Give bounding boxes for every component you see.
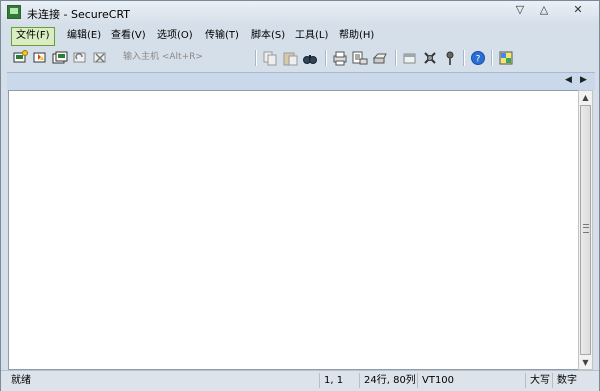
- svg-text:?: ?: [476, 55, 481, 65]
- toolbar-separator: [463, 50, 465, 66]
- connect-tab-icon[interactable]: [51, 49, 69, 67]
- find-icon[interactable]: [301, 49, 319, 67]
- status-terminal-size: 24行, 80列: [359, 373, 416, 388]
- reconnect-icon[interactable]: [71, 49, 89, 67]
- status-caps-lock: 大写: [525, 373, 550, 388]
- scroll-thumb[interactable]: [580, 105, 591, 355]
- menu-transfer[interactable]: 传输(T): [201, 27, 243, 44]
- menu-bar: 文件(F) 编辑(E) 查看(V) 选项(O) 传输(T) 脚本(S) 工具(L…: [7, 27, 595, 46]
- disconnect-icon[interactable]: [91, 49, 109, 67]
- paste-icon[interactable]: [281, 49, 299, 67]
- scroll-down-icon[interactable]: ▼: [579, 356, 592, 369]
- help-icon[interactable]: ?: [469, 49, 487, 67]
- securecrt-window: 未连接 - SecureCRT ▽ △ ✕ 文件(F) 编辑(E) 查看(V) …: [0, 0, 600, 391]
- vertical-scrollbar[interactable]: ▲ ▼: [578, 90, 593, 370]
- print-icon[interactable]: [331, 49, 349, 67]
- menu-tools[interactable]: 工具(L): [291, 27, 332, 44]
- session-options-icon[interactable]: [401, 49, 419, 67]
- toolbar: 输入主机 <Alt+R> ?: [7, 47, 595, 69]
- app-icon: [7, 5, 21, 19]
- copy-icon[interactable]: [261, 49, 279, 67]
- terminal-area[interactable]: [8, 90, 579, 370]
- sftp-icon[interactable]: [497, 49, 515, 67]
- quick-connect-icon[interactable]: [31, 49, 49, 67]
- global-options-icon[interactable]: [421, 49, 439, 67]
- title-bar: 未连接 - SecureCRT ▽ △ ✕: [1, 1, 599, 25]
- toolbar-separator: [255, 50, 257, 66]
- scroll-up-icon[interactable]: ▲: [579, 91, 592, 104]
- toolbar-separator: [325, 50, 327, 66]
- close-button[interactable]: ✕: [561, 1, 595, 19]
- minimize-button[interactable]: ▽: [509, 1, 531, 19]
- grip-icon: [583, 224, 589, 233]
- tab-scroll-left-icon[interactable]: ◀: [565, 75, 572, 85]
- menu-help[interactable]: 帮助(H): [335, 27, 378, 44]
- status-num-lock: 数字: [552, 373, 577, 388]
- status-ready: 就绪: [11, 375, 31, 386]
- menu-edit[interactable]: 编辑(E): [63, 27, 105, 44]
- window-title: 未连接 - SecureCRT: [27, 8, 131, 21]
- menu-script[interactable]: 脚本(S): [247, 27, 289, 44]
- menu-view[interactable]: 查看(V): [107, 27, 150, 44]
- menu-options[interactable]: 选项(O): [153, 27, 197, 44]
- printer-icon[interactable]: [371, 49, 389, 67]
- toolbar-separator: [395, 50, 397, 66]
- connect-icon[interactable]: [11, 49, 29, 67]
- toolbar-separator: [491, 50, 493, 66]
- tab-scroll-right-icon[interactable]: ▶: [580, 75, 587, 85]
- quick-connect-input[interactable]: 输入主机 <Alt+R>: [121, 50, 251, 65]
- status-cursor-position: 1, 1: [319, 373, 343, 388]
- status-bar: 就绪 1, 1 24行, 80列 VT100 大写 数字: [1, 370, 599, 391]
- menu-file[interactable]: 文件(F): [11, 27, 55, 46]
- maximize-button[interactable]: △: [533, 1, 555, 19]
- print-selection-icon[interactable]: [351, 49, 369, 67]
- status-emulation: VT100: [417, 373, 454, 388]
- keymap-icon[interactable]: [441, 49, 459, 67]
- session-tab-bar: ◀ ▶: [7, 72, 595, 90]
